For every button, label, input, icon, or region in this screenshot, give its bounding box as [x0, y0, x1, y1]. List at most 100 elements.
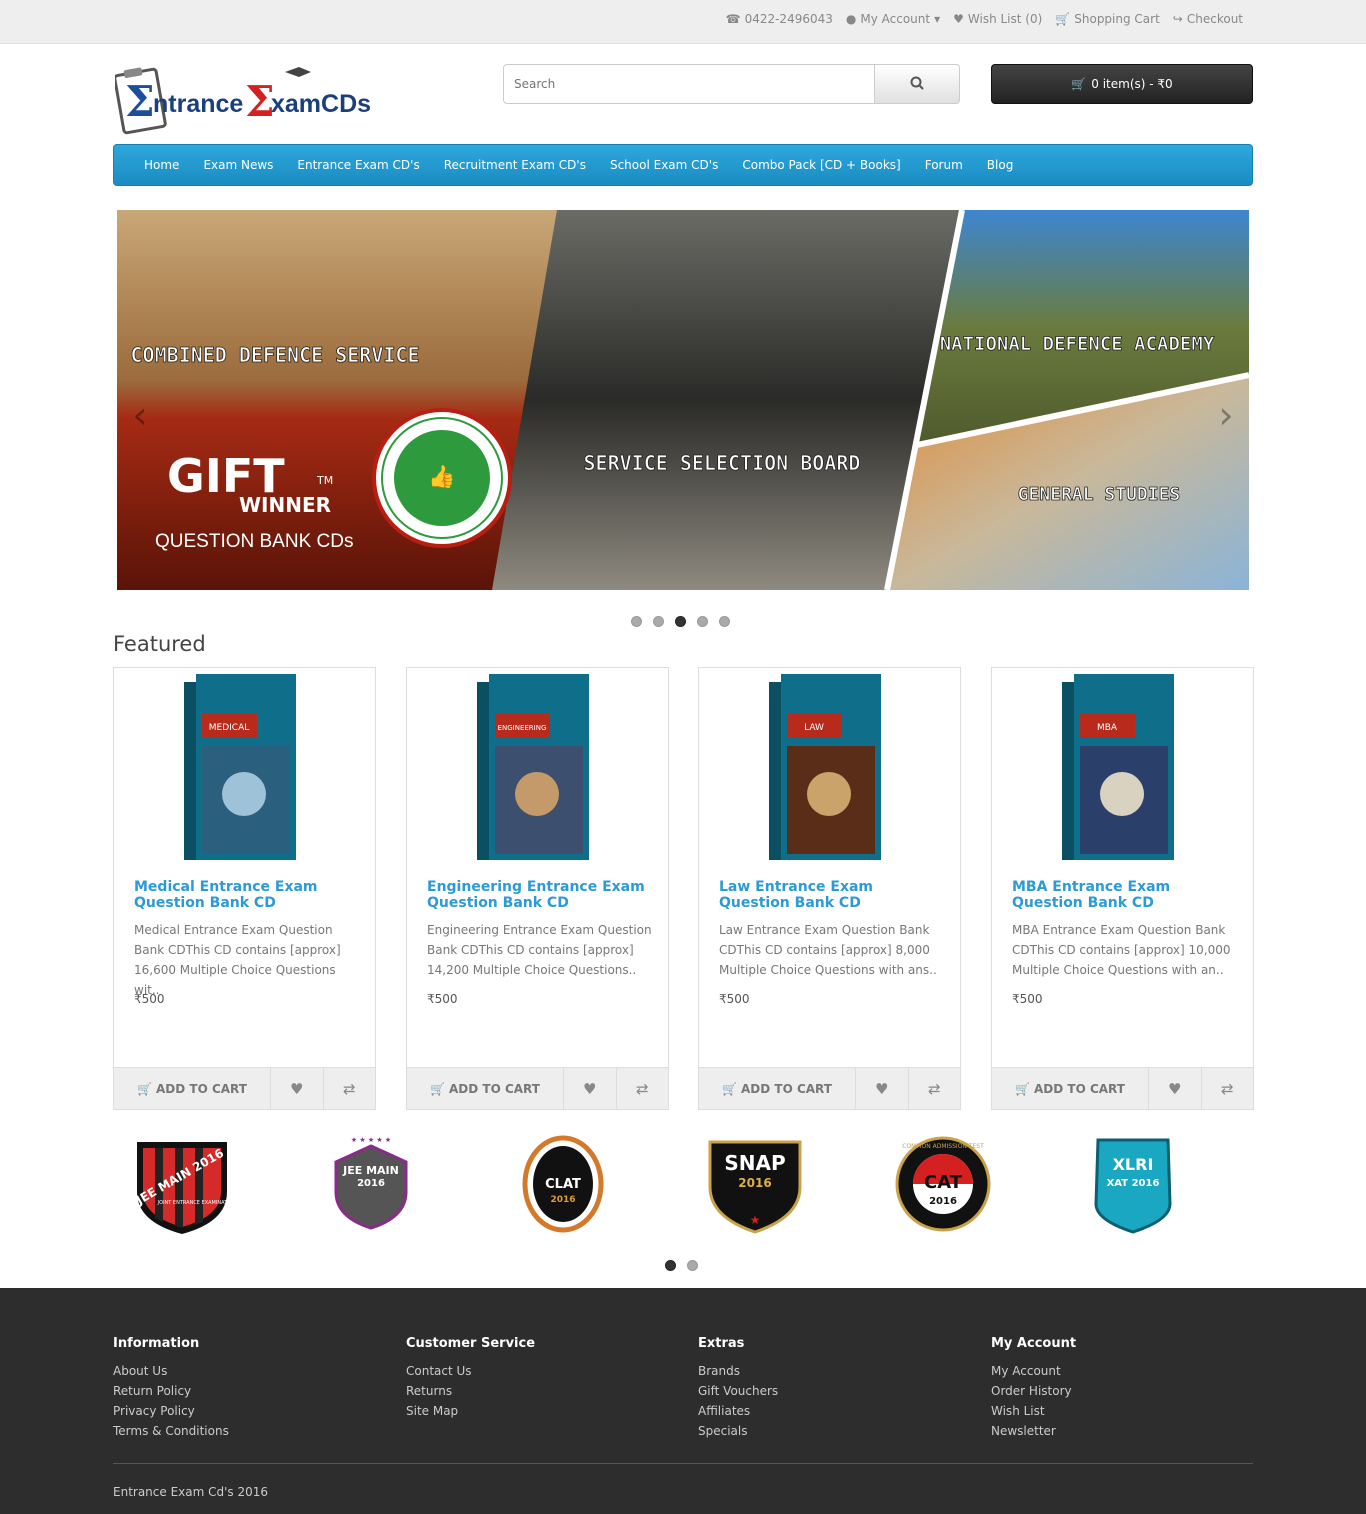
compare-button[interactable]: ⇄ — [909, 1068, 961, 1109]
footer-column-information: Information About Us Return Policy Priva… — [113, 1336, 229, 1441]
brand-logo-clat[interactable]: CLAT 2016 — [508, 1132, 618, 1236]
compare-button[interactable]: ⇄ — [1202, 1068, 1254, 1109]
add-to-wishlist-button[interactable]: ♥ — [1149, 1068, 1202, 1109]
footer-link[interactable]: Specials — [698, 1421, 778, 1441]
cart-icon: 🛒 — [1015, 1081, 1030, 1096]
brand-logo-snap[interactable]: SNAP 2016 ★ — [700, 1132, 810, 1236]
my-account-dropdown[interactable]: ● My Account ▾ — [846, 12, 940, 26]
footer-link[interactable]: Order History — [991, 1381, 1076, 1401]
search-icon — [910, 76, 924, 93]
slider-dot[interactable] — [631, 616, 642, 627]
footer-link[interactable]: Return Policy — [113, 1381, 229, 1401]
cart-icon: 🛒 — [722, 1081, 737, 1096]
add-to-wishlist-button[interactable]: ♥ — [271, 1068, 324, 1109]
svg-text:JOINT ENTRANCE EXAMINATION: JOINT ENTRANCE EXAMINATION — [157, 1200, 237, 1206]
cart-button[interactable]: 🛒 0 item(s) - ₹0 — [991, 64, 1253, 104]
product-price: ₹500 — [427, 992, 458, 1006]
product-image[interactable]: LAW — [769, 674, 883, 862]
slider-prev-arrow-icon[interactable]: ‹ — [125, 396, 155, 434]
svg-text:JEE MAIN: JEE MAIN — [342, 1164, 399, 1177]
footer-link[interactable]: Affiliates — [698, 1401, 778, 1421]
nav-item-exam-news[interactable]: Exam News — [191, 158, 285, 172]
checkout-link[interactable]: ↪ Checkout — [1173, 12, 1243, 26]
search-button[interactable] — [875, 64, 960, 104]
svg-text:XAT 2016: XAT 2016 — [1107, 1178, 1160, 1189]
add-to-cart-button[interactable]: 🛒 ADD TO CART — [114, 1068, 271, 1109]
footer-link[interactable]: Contact Us — [406, 1361, 535, 1381]
brand-logo-jee-main-badge[interactable]: ★ ★ ★ ★ ★ JEE MAIN 2016 — [316, 1132, 426, 1236]
footer-link[interactable]: My Account — [991, 1361, 1076, 1381]
site-logo[interactable]: Σ ntrance Σ xamCDs — [113, 64, 380, 136]
brand-logo-cat[interactable]: CAT 2016 COMMON ADMISSION TEST — [888, 1132, 998, 1236]
slider-dot[interactable] — [697, 616, 708, 627]
phone-link[interactable]: ☎ 0422-2496043 — [726, 12, 833, 26]
add-to-cart-button[interactable]: 🛒 ADD TO CART — [699, 1068, 856, 1109]
footer-link[interactable]: Gift Vouchers — [698, 1381, 778, 1401]
product-price: ₹500 — [1012, 992, 1043, 1006]
product-description: Law Entrance Exam Question Bank CDThis C… — [719, 923, 937, 977]
product-image[interactable]: MEDICAL — [184, 674, 298, 862]
svg-text:2016: 2016 — [550, 1195, 575, 1205]
cart-icon: 🛒 — [430, 1081, 445, 1096]
footer-link[interactable]: Terms & Conditions — [113, 1421, 229, 1441]
nav-item-forum[interactable]: Forum — [913, 158, 975, 172]
add-to-cart-button[interactable]: 🛒 ADD TO CART — [407, 1068, 564, 1109]
panel-label-ssb: SERVICE SELECTION BOARD — [584, 451, 861, 475]
footer-link[interactable]: Site Map — [406, 1401, 535, 1421]
svg-text:2016: 2016 — [929, 1196, 957, 1207]
panel-label-cds: COMBINED DEFENCE SERVICE — [131, 343, 420, 367]
add-to-wishlist-button[interactable]: ♥ — [856, 1068, 909, 1109]
product-card: MBA MBA Entrance Exam Question Bank CD M… — [991, 667, 1254, 1110]
svg-text:QUESTION BANK CDs: QUESTION BANK CDs — [155, 531, 353, 552]
slider-dot[interactable] — [719, 616, 730, 627]
search-input[interactable] — [503, 64, 875, 104]
slider-dot[interactable] — [653, 616, 664, 627]
product-image[interactable]: MBA — [1062, 674, 1176, 862]
shopping-cart-link[interactable]: 🛒 Shopping Cart — [1055, 12, 1160, 26]
footer-link[interactable]: Returns — [406, 1381, 535, 1401]
add-to-wishlist-button[interactable]: ♥ — [564, 1068, 617, 1109]
compare-button[interactable]: ⇄ — [617, 1068, 669, 1109]
footer-link[interactable]: Wish List — [991, 1401, 1076, 1421]
brand-logo-jee-main[interactable]: JEE MAIN 2016 JOINT ENTRANCE EXAMINATION — [127, 1132, 237, 1236]
compare-button[interactable]: ⇄ — [324, 1068, 376, 1109]
product-title[interactable]: MBA Entrance Exam Question Bank CD — [1012, 879, 1240, 911]
svg-text:TM: TM — [316, 474, 333, 487]
cart-icon: 🛒 — [1071, 77, 1087, 91]
footer-link[interactable]: About Us — [113, 1361, 229, 1381]
svg-text:WINNER: WINNER — [239, 493, 331, 517]
footer-link[interactable]: Newsletter — [991, 1421, 1076, 1441]
panel-label-nda: NATIONAL DEFENCE ACADEMY — [940, 333, 1215, 355]
main-nav: Home Exam News Entrance Exam CD's Recrui… — [113, 144, 1253, 186]
carousel-dot-active[interactable] — [665, 1260, 676, 1271]
svg-text:MEDICAL: MEDICAL — [209, 723, 250, 733]
wish-list-link[interactable]: ♥ Wish List (0) — [953, 12, 1042, 26]
add-to-cart-button[interactable]: 🛒 ADD TO CART — [992, 1068, 1149, 1109]
svg-text:LAW: LAW — [804, 723, 824, 733]
slider-next-arrow-icon[interactable]: › — [1211, 396, 1241, 434]
footer-link[interactable]: Brands — [698, 1361, 778, 1381]
nav-item-entrance-exam-cds[interactable]: Entrance Exam CD's — [285, 158, 431, 172]
product-image[interactable]: ENGINEERING — [477, 674, 591, 862]
heart-icon: ♥ — [583, 1079, 597, 1098]
carousel-dot[interactable] — [687, 1260, 698, 1271]
heart-icon: ♥ — [875, 1079, 889, 1098]
footer-heading: Information — [113, 1336, 200, 1351]
footer-link[interactable]: Privacy Policy — [113, 1401, 229, 1421]
nav-item-recruitment-exam-cds[interactable]: Recruitment Exam CD's — [432, 158, 598, 172]
svg-text:👍: 👍 — [428, 464, 455, 490]
slider-dot-active[interactable] — [675, 616, 686, 627]
product-title[interactable]: Medical Entrance Exam Question Bank CD — [134, 879, 362, 911]
brand-logo-xlri[interactable]: XLRI XAT 2016 — [1078, 1132, 1188, 1236]
nav-item-home[interactable]: Home — [132, 158, 191, 172]
nav-item-combo-pack[interactable]: Combo Pack [CD + Books] — [730, 158, 912, 172]
product-title[interactable]: Engineering Entrance Exam Question Bank … — [427, 879, 655, 911]
product-title[interactable]: Law Entrance Exam Question Bank CD — [719, 879, 947, 911]
nav-item-school-exam-cds[interactable]: School Exam CD's — [598, 158, 730, 172]
product-price: ₹500 — [134, 992, 165, 1006]
hero-slider[interactable]: 👍 GIFT TM WINNER QUESTION BANK CDs COMBI… — [117, 210, 1249, 590]
nav-item-blog[interactable]: Blog — [975, 158, 1026, 172]
svg-text:2016: 2016 — [357, 1178, 385, 1189]
product-actions: 🛒 ADD TO CART ♥ ⇄ — [699, 1067, 960, 1109]
footer-divider — [113, 1463, 1253, 1464]
